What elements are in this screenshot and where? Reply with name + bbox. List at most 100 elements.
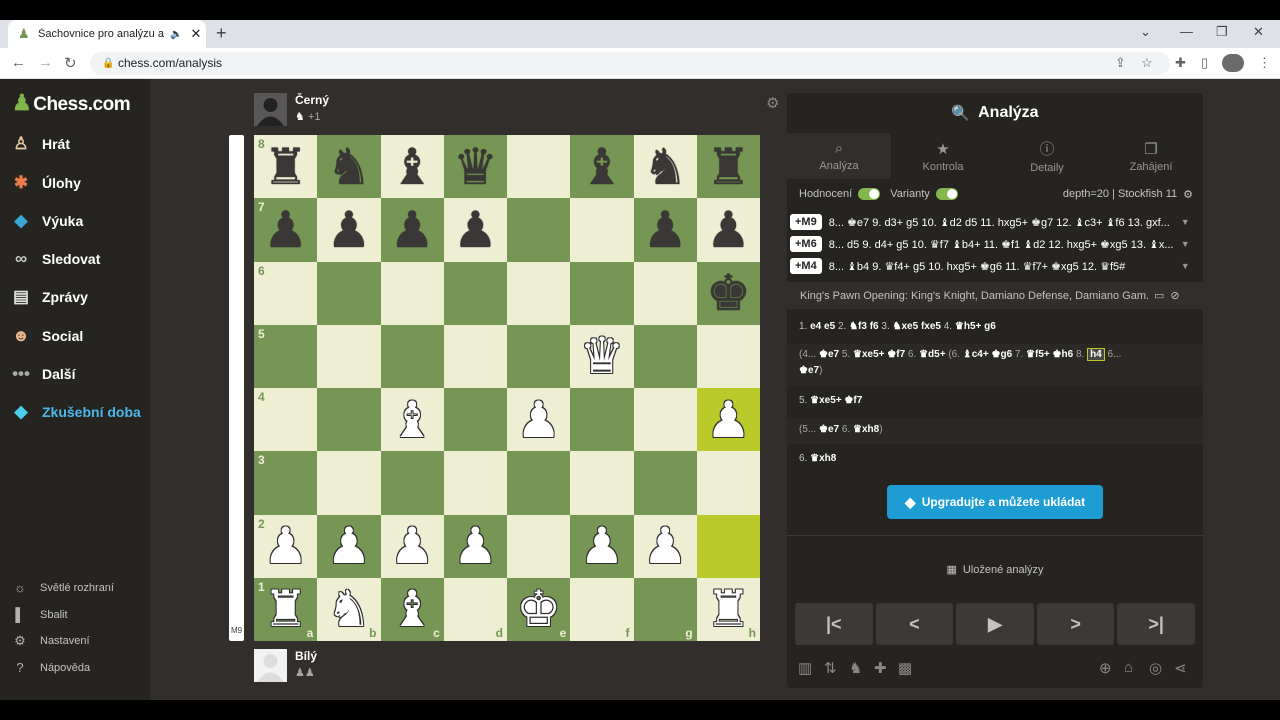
move[interactable]: ♞f3	[849, 321, 867, 332]
chess-logo[interactable]: ♟ Chess.com	[12, 90, 131, 116]
square-c8[interactable]: ♝	[380, 135, 444, 199]
square-a4[interactable]: 4	[254, 388, 318, 452]
square-a6[interactable]: 6	[254, 261, 318, 325]
white-player-avatar[interactable]	[254, 649, 287, 682]
white-pawn-icon[interactable]: ♟	[706, 395, 751, 445]
sidebar-item-social[interactable]: ☻ Social	[10, 323, 83, 349]
black-king-icon[interactable]: ♚	[706, 268, 751, 318]
variants-toggle[interactable]	[935, 188, 958, 200]
move[interactable]: f6	[870, 321, 879, 332]
engine-line[interactable]: +M9 8... ♚e7 9. d3+ g5 10. ♝d2 d5 11. hxg…	[790, 212, 1200, 232]
engine-line[interactable]: +M6 8... d5 9. d4+ g5 10. ♛f7 ♝b4+ 11. ♚f…	[790, 234, 1200, 254]
square-d6[interactable]	[443, 261, 507, 325]
square-e1[interactable]: e ♚	[507, 577, 571, 641]
chevron-down-icon[interactable]: ▼	[1181, 217, 1190, 227]
square-g1[interactable]: g	[633, 577, 697, 641]
light-mode-toggle[interactable]: ☼ Světlé rozhraní	[12, 580, 114, 595]
move[interactable]: e4	[810, 321, 821, 332]
move[interactable]: ♛h5+	[955, 321, 981, 332]
add-icon[interactable]: ✚	[874, 659, 887, 677]
square-e5[interactable]	[507, 324, 571, 388]
tab-openings[interactable]: ❐ Zahájení	[1099, 133, 1203, 179]
black-pawn-icon[interactable]: ♟	[390, 205, 435, 255]
square-h4[interactable]: ♟	[696, 388, 760, 452]
eval-toggle[interactable]	[858, 188, 881, 200]
flip-board-icon[interactable]: ⇅	[824, 659, 837, 677]
square-c2[interactable]: ♟	[380, 514, 444, 578]
new-tab-icon[interactable]: +	[216, 23, 227, 44]
black-pawn-icon[interactable]: ♟	[263, 205, 308, 255]
sidebar-item-learn[interactable]: ◆ Výuka	[10, 208, 83, 234]
move[interactable]: ♞xe5	[893, 321, 919, 332]
share-icon[interactable]: ⇪	[1115, 55, 1126, 71]
chevron-down-icon[interactable]: ▼	[1181, 261, 1190, 271]
black-rook-icon[interactable]: ♜	[263, 142, 308, 192]
help-link[interactable]: ? Nápověda	[12, 660, 90, 675]
chevron-down-icon[interactable]: ▼	[1181, 239, 1190, 249]
saved-analyses-link[interactable]: ▦ Uložené analýzy	[787, 563, 1203, 576]
black-queen-icon[interactable]: ♛	[453, 142, 498, 192]
white-knight-icon[interactable]: ♞	[326, 584, 371, 634]
tab-details[interactable]: ⓘ Detaily	[995, 133, 1099, 179]
square-f1[interactable]: f	[570, 577, 634, 641]
black-pawn-icon[interactable]: ♟	[706, 205, 751, 255]
chart-icon[interactable]: ▥	[798, 659, 812, 677]
player-name[interactable]: Bílý	[295, 649, 317, 663]
square-b1[interactable]: b ♞	[317, 577, 381, 641]
square-h2[interactable]	[696, 514, 760, 578]
black-bishop-icon[interactable]: ♝	[579, 142, 624, 192]
sidebar-item-trial[interactable]: ◆ Zkušební doba	[10, 399, 140, 425]
black-pawn-icon[interactable]: ♟	[453, 205, 498, 255]
move[interactable]: ♛xe5+	[810, 395, 842, 406]
square-f3[interactable]	[570, 451, 634, 515]
white-rook-icon[interactable]: ♜	[706, 584, 751, 634]
new-board-icon[interactable]: ▩	[898, 659, 912, 677]
engine-settings-icon[interactable]: ⚙	[1183, 188, 1193, 201]
square-h3[interactable]	[696, 451, 760, 515]
square-h6[interactable]: ♚	[696, 261, 760, 325]
square-c7[interactable]: ♟	[380, 198, 444, 262]
black-pawn-icon[interactable]: ♟	[643, 205, 688, 255]
white-pawn-icon[interactable]: ♟	[579, 521, 624, 571]
back-icon[interactable]: ←	[11, 54, 26, 71]
square-g4[interactable]	[633, 388, 697, 452]
square-b7[interactable]: ♟	[317, 198, 381, 262]
square-e6[interactable]	[507, 261, 571, 325]
black-knight-icon[interactable]: ♞	[326, 142, 371, 192]
move[interactable]: fxe5	[921, 321, 941, 332]
setup-pieces-icon[interactable]: ♞	[849, 659, 862, 677]
square-f7[interactable]	[570, 198, 634, 262]
square-f4[interactable]	[570, 388, 634, 452]
black-bishop-icon[interactable]: ♝	[390, 142, 435, 192]
square-f2[interactable]: ♟	[570, 514, 634, 578]
sidepanel-icon[interactable]: ▯	[1201, 55, 1208, 71]
next-move-button[interactable]: >	[1036, 603, 1115, 645]
square-a8[interactable]: 8 ♜	[254, 135, 318, 199]
square-b2[interactable]: ♟	[317, 514, 381, 578]
square-f6[interactable]	[570, 261, 634, 325]
square-d2[interactable]: ♟	[443, 514, 507, 578]
square-f5[interactable]: ♛	[570, 324, 634, 388]
share-icon[interactable]: ⋖	[1174, 659, 1187, 677]
extensions-icon[interactable]: ✚	[1175, 55, 1186, 71]
move[interactable]: ♚f7	[844, 395, 862, 406]
library-icon[interactable]: ⌂	[1124, 659, 1133, 676]
square-h8[interactable]: ♜	[696, 135, 760, 199]
sidebar-item-more[interactable]: ••• Další	[10, 361, 75, 387]
white-bishop-icon[interactable]: ♝	[390, 395, 435, 445]
white-pawn-icon[interactable]: ♟	[643, 521, 688, 571]
move[interactable]: e5	[824, 321, 835, 332]
square-g2[interactable]: ♟	[633, 514, 697, 578]
reload-icon[interactable]: ↻	[64, 54, 77, 72]
square-c6[interactable]	[380, 261, 444, 325]
move[interactable]: ♛d5+	[919, 349, 945, 360]
black-rook-icon[interactable]: ♜	[706, 142, 751, 192]
black-player-avatar[interactable]	[254, 93, 287, 126]
move[interactable]: ♛xh8	[810, 453, 836, 464]
black-knight-icon[interactable]: ♞	[643, 142, 688, 192]
square-d5[interactable]	[443, 324, 507, 388]
square-g7[interactable]: ♟	[633, 198, 697, 262]
move[interactable]: g6	[984, 321, 996, 332]
square-a1[interactable]: 1 a ♜	[254, 577, 318, 641]
upgrade-button[interactable]: ◆ Upgradujte a můžete ukládat	[887, 485, 1103, 519]
